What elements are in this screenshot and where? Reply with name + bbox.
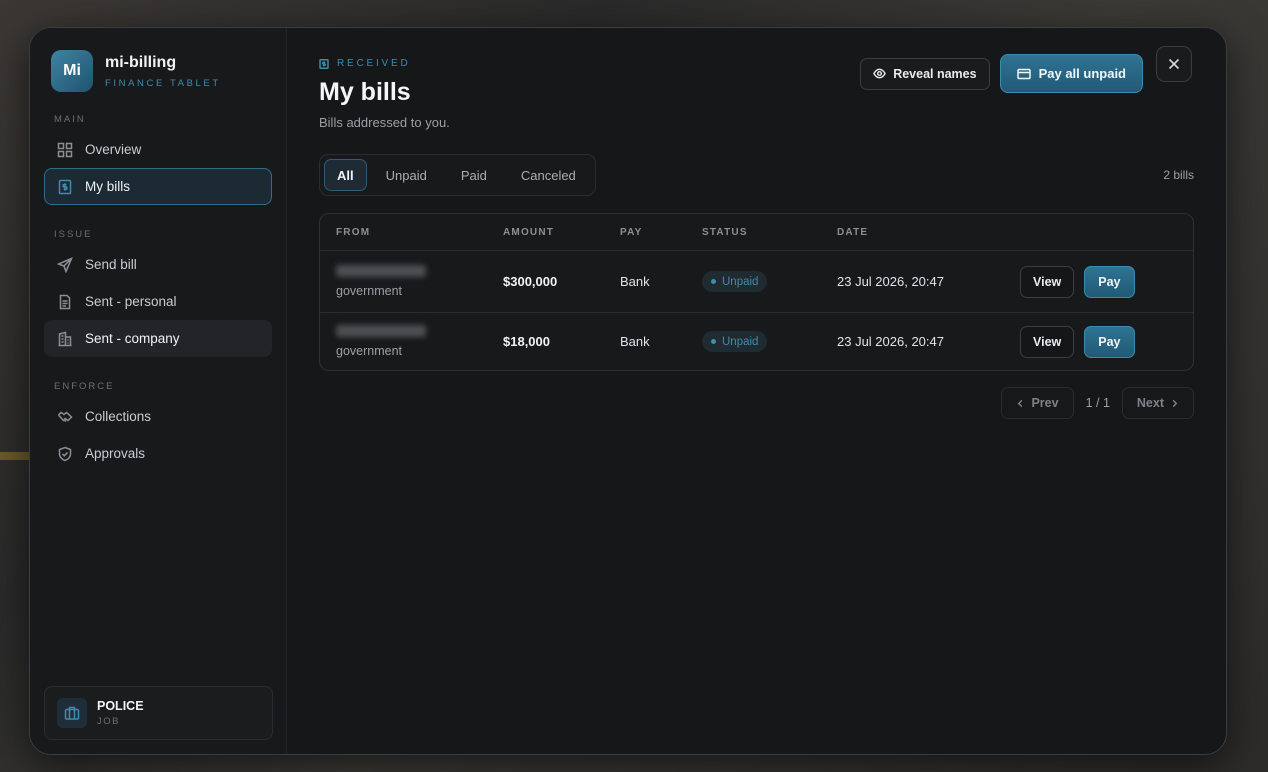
briefcase-icon — [57, 698, 87, 728]
column-header-pay: PAY — [620, 226, 643, 238]
status-dot-icon — [711, 279, 716, 284]
view-bill-button[interactable]: View — [1020, 265, 1075, 298]
prev-label: Prev — [1031, 396, 1059, 410]
reveal-names-label: Reveal names — [893, 66, 977, 81]
status-label: Unpaid — [722, 275, 759, 288]
bill-date: 23 Jul 2026, 20:47 — [837, 274, 944, 289]
job-name: POLICE — [97, 699, 144, 713]
job-label: JOB — [97, 716, 120, 727]
eye-icon — [873, 68, 887, 79]
status-dot-icon — [711, 339, 716, 344]
redacted-sender-name — [336, 265, 426, 277]
payment-method: Bank — [620, 334, 650, 349]
send-icon — [57, 256, 73, 273]
eyebrow-label: RECEIVED — [337, 58, 411, 69]
view-bill-button[interactable]: View — [1020, 325, 1075, 358]
bill-amount: $18,000 — [503, 334, 550, 349]
bills-table: FROM AMOUNT PAY STATUS DATE government $… — [319, 213, 1194, 371]
background-detail — [0, 452, 30, 460]
tab-all[interactable]: All — [324, 159, 367, 191]
finance-tablet: Mi mi-billing FINANCE TABLET MAIN Overvi… — [29, 27, 1227, 755]
handshake-icon — [57, 411, 73, 422]
document-icon — [59, 294, 71, 309]
sidebar-item-label: Approvals — [85, 446, 146, 461]
sidebar-item-label: Overview — [85, 142, 142, 157]
column-header-amount: AMOUNT — [503, 226, 555, 238]
shield-check-icon — [58, 446, 72, 461]
sidebar-item-overview[interactable]: Overview — [44, 131, 272, 168]
sidebar-item-label: My bills — [85, 179, 131, 194]
pay-all-unpaid-label: Pay all unpaid — [1038, 66, 1126, 81]
column-header-from: FROM — [336, 226, 371, 238]
sidebar-item-label: Collections — [85, 409, 152, 424]
next-page-button[interactable]: Next — [1121, 387, 1194, 419]
sender-type: government — [336, 284, 403, 298]
column-header-date: DATE — [837, 226, 869, 238]
sidebar-item-label: Sent - company — [85, 331, 180, 346]
brand-name: mi-billing — [105, 53, 177, 71]
pay-bill-button[interactable]: Pay — [1084, 325, 1135, 358]
next-label: Next — [1136, 396, 1164, 410]
sidebar-item-sent-personal[interactable]: Sent - personal — [44, 283, 272, 320]
section-label-enforce: ENFORCE — [54, 381, 115, 392]
bill-count: 2 bills — [1163, 168, 1194, 182]
table-header: FROM AMOUNT PAY STATUS DATE — [320, 214, 1193, 251]
status-label: Unpaid — [722, 335, 759, 348]
header-actions: Reveal names Pay all unpaid — [860, 54, 1143, 93]
sidebar-item-approvals[interactable]: Approvals — [44, 435, 272, 472]
bill-date: 23 Jul 2026, 20:47 — [837, 334, 944, 349]
sidebar-item-sent-company[interactable]: Sent - company — [44, 320, 272, 357]
section-label-main: MAIN — [54, 114, 86, 125]
chevron-right-icon — [1172, 399, 1178, 407]
job-card: POLICE JOB — [44, 686, 273, 740]
filter-row: All Unpaid Paid Canceled 2 bills — [319, 154, 1194, 196]
payment-method: Bank — [620, 274, 650, 289]
building-icon — [58, 331, 72, 346]
tab-canceled[interactable]: Canceled — [506, 159, 591, 191]
brand: Mi mi-billing FINANCE TABLET — [51, 50, 272, 92]
brand-subtitle: FINANCE TABLET — [105, 77, 221, 89]
reveal-names-button[interactable]: Reveal names — [860, 57, 990, 90]
sidebar: Mi mi-billing FINANCE TABLET MAIN Overvi… — [30, 28, 287, 754]
column-header-status: STATUS — [702, 226, 748, 238]
sender-type: government — [336, 344, 403, 358]
brand-logo: Mi — [51, 50, 93, 92]
page-subtitle: Bills addressed to you. — [319, 115, 450, 130]
chevron-left-icon — [1018, 399, 1023, 407]
table-row: government $300,000 Bank Unpaid 23 Jul 2… — [320, 251, 1193, 313]
tab-paid[interactable]: Paid — [446, 159, 502, 191]
status-tabs: All Unpaid Paid Canceled — [319, 154, 596, 196]
sidebar-item-label: Send bill — [85, 257, 137, 272]
status-badge: Unpaid — [702, 331, 768, 352]
page-indicator: 1 / 1 — [1085, 396, 1110, 410]
main-content: RECEIVED My bills Bills addressed to you… — [287, 28, 1226, 754]
receipt-small-icon — [319, 58, 329, 69]
bill-amount: $300,000 — [503, 274, 558, 289]
table-row: government $18,000 Bank Unpaid 23 Jul 20… — [320, 313, 1193, 370]
pay-all-unpaid-button[interactable]: Pay all unpaid — [999, 54, 1143, 93]
status-badge: Unpaid — [702, 271, 768, 292]
credit-card-icon — [1016, 68, 1031, 79]
tab-unpaid[interactable]: Unpaid — [371, 159, 442, 191]
section-label-issue: ISSUE — [54, 229, 93, 240]
sidebar-item-label: Sent - personal — [85, 294, 177, 309]
sidebar-item-my-bills[interactable]: My bills — [44, 168, 272, 205]
pagination: Prev 1 / 1 Next — [319, 387, 1194, 419]
redacted-sender-name — [336, 325, 426, 337]
receipt-icon — [58, 179, 72, 194]
grid-icon — [57, 142, 73, 157]
prev-page-button[interactable]: Prev — [1001, 387, 1074, 419]
sidebar-item-collections[interactable]: Collections — [44, 398, 272, 435]
sidebar-item-send-bill[interactable]: Send bill — [44, 246, 272, 283]
close-icon — [1168, 58, 1180, 70]
pay-bill-button[interactable]: Pay — [1084, 265, 1135, 298]
close-button[interactable] — [1156, 46, 1192, 82]
